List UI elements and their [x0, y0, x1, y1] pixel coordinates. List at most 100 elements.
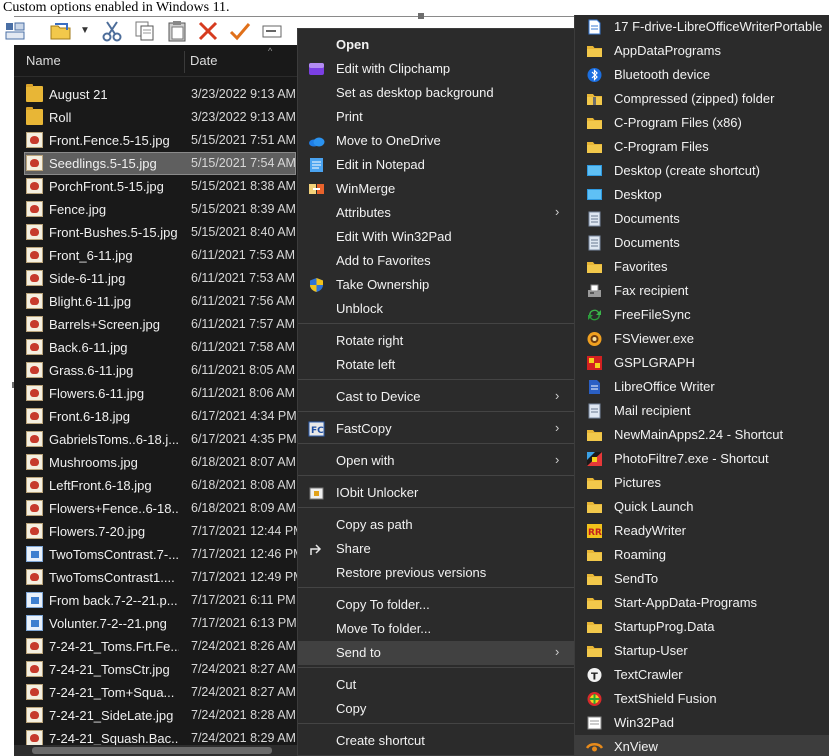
context-menu-item[interactable]: Open with ›: [298, 449, 574, 473]
context-menu-item[interactable]: Attributes ›: [298, 201, 574, 225]
send-to-item[interactable]: Quick Launch: [575, 495, 829, 519]
open-icon[interactable]: [48, 19, 74, 43]
file-row[interactable]: 7-24-21_SideLate.jpg 7/24/2021 8:28 AM: [14, 704, 299, 727]
send-to-item[interactable]: Win32Pad: [575, 711, 829, 735]
file-row[interactable]: LeftFront.6-18.jpg 6/18/2021 8:08 AM: [14, 474, 299, 497]
send-to-item[interactable]: PhotoFiltre7.exe - Shortcut: [575, 447, 829, 471]
file-row[interactable]: Front.Fence.5-15.jpg 5/15/2021 7:51 AM: [14, 129, 299, 152]
file-row[interactable]: 7-24-21_Toms.Frt.Fe... 7/24/2021 8:26 AM: [14, 635, 299, 658]
send-to-item[interactable]: NewMainApps2.24 - Shortcut: [575, 423, 829, 447]
send-to-item[interactable]: Desktop: [575, 183, 829, 207]
send-to-item[interactable]: C-Program Files: [575, 135, 829, 159]
send-to-item[interactable]: FSViewer.exe: [575, 327, 829, 351]
context-menu-item[interactable]: Cut: [298, 673, 574, 697]
context-menu-item[interactable]: Send to ›: [298, 641, 574, 665]
file-row[interactable]: Flowers+Fence..6-18... 6/18/2021 8:09 AM: [14, 497, 299, 520]
file-row[interactable]: Back.6-11.jpg 6/11/2021 7:58 AM: [14, 336, 299, 359]
send-to-item[interactable]: Documents: [575, 231, 829, 255]
file-row[interactable]: Seedlings.5-15.jpg 5/15/2021 7:54 AM: [14, 152, 299, 175]
file-row[interactable]: TwoTomsContrast1.... 7/17/2021 12:49 PM: [14, 566, 299, 589]
send-to-item[interactable]: Bluetooth device: [575, 63, 829, 87]
context-menu-item[interactable]: Open: [298, 33, 574, 57]
view-icon[interactable]: [4, 19, 26, 43]
context-menu-item[interactable]: Copy as path: [298, 513, 574, 537]
send-to-item[interactable]: 17 F-drive-LibreOfficeWriterPortable: [575, 15, 829, 39]
context-menu-item[interactable]: Move To folder...: [298, 617, 574, 641]
context-menu-item[interactable]: IObit Unlocker: [298, 481, 574, 505]
file-row[interactable]: August 21 3/23/2022 9:13 AM: [14, 83, 299, 106]
context-menu-item[interactable]: Take Ownership: [298, 273, 574, 297]
context-menu-item[interactable]: Rotate left: [298, 353, 574, 377]
resize-handle-top[interactable]: [418, 13, 424, 19]
check-icon[interactable]: [228, 19, 252, 43]
context-menu-item[interactable]: FC FastCopy ›: [298, 417, 574, 441]
send-to-item[interactable]: Compressed (zipped) folder: [575, 87, 829, 111]
send-to-item[interactable]: Pictures: [575, 471, 829, 495]
file-row[interactable]: Front.6-18.jpg 6/17/2021 4:34 PM: [14, 405, 299, 428]
context-menu-item[interactable]: WinMerge: [298, 177, 574, 201]
send-to-item[interactable]: Roaming: [575, 543, 829, 567]
file-row[interactable]: PorchFront.5-15.jpg 5/15/2021 8:38 AM: [14, 175, 299, 198]
dropdown-icon[interactable]: ▼: [78, 19, 92, 43]
context-menu-item[interactable]: Edit with Clipchamp: [298, 57, 574, 81]
context-menu-item[interactable]: Move to OneDrive: [298, 129, 574, 153]
context-menu-item[interactable]: Add to Favorites: [298, 249, 574, 273]
context-menu-item[interactable]: Set as desktop background: [298, 81, 574, 105]
column-separator[interactable]: [184, 51, 185, 73]
rename-icon[interactable]: [260, 19, 284, 43]
send-to-item[interactable]: RR ReadyWriter: [575, 519, 829, 543]
send-to-item[interactable]: GSPLGRAPH: [575, 351, 829, 375]
context-menu-item[interactable]: Create shortcut: [298, 729, 574, 753]
file-row[interactable]: GabrielsToms..6-18.j... 6/17/2021 4:35 PM: [14, 428, 299, 451]
paste-icon[interactable]: [166, 19, 188, 43]
file-row[interactable]: Volunter.7-2--21.png 7/17/2021 6:13 PM: [14, 612, 299, 635]
horizontal-scrollbar[interactable]: [14, 745, 299, 756]
delete-icon[interactable]: [196, 19, 220, 43]
context-menu-item[interactable]: Rotate right: [298, 329, 574, 353]
send-to-item[interactable]: Mail recipient: [575, 399, 829, 423]
context-menu-item[interactable]: Unblock: [298, 297, 574, 321]
send-to-item[interactable]: C-Program Files (x86): [575, 111, 829, 135]
file-row[interactable]: Flowers.7-20.jpg 7/17/2021 12:44 PM: [14, 520, 299, 543]
cut-icon[interactable]: [100, 19, 124, 43]
context-menu-item[interactable]: Edit With Win32Pad: [298, 225, 574, 249]
file-row[interactable]: Roll 3/23/2022 9:13 AM: [14, 106, 299, 129]
send-to-item[interactable]: SendTo: [575, 567, 829, 591]
send-to-item[interactable]: Desktop (create shortcut): [575, 159, 829, 183]
file-row[interactable]: Front_6-11.jpg 6/11/2021 7:53 AM: [14, 244, 299, 267]
file-row[interactable]: Blight.6-11.jpg 6/11/2021 7:56 AM: [14, 290, 299, 313]
file-row[interactable]: Barrels+Screen.jpg 6/11/2021 7:57 AM: [14, 313, 299, 336]
file-row[interactable]: Side-6-11.jpg 6/11/2021 7:53 AM: [14, 267, 299, 290]
scrollbar-thumb[interactable]: [32, 747, 272, 754]
file-row[interactable]: From back.7-2--21.p... 7/17/2021 6:11 PM: [14, 589, 299, 612]
context-menu-item[interactable]: Copy To folder...: [298, 593, 574, 617]
file-row[interactable]: Grass.6-11.jpg 6/11/2021 8:05 AM: [14, 359, 299, 382]
context-menu-item[interactable]: Print: [298, 105, 574, 129]
file-row[interactable]: Mushrooms.jpg 6/18/2021 8:07 AM: [14, 451, 299, 474]
context-menu-item[interactable]: Cast to Device ›: [298, 385, 574, 409]
send-to-item[interactable]: Documents: [575, 207, 829, 231]
column-name-header[interactable]: Name: [26, 53, 61, 68]
context-menu-item[interactable]: Restore previous versions: [298, 561, 574, 585]
send-to-item[interactable]: Startup-User: [575, 639, 829, 663]
send-to-item[interactable]: Favorites: [575, 255, 829, 279]
context-menu-item[interactable]: Edit in Notepad: [298, 153, 574, 177]
file-row[interactable]: 7-24-21_TomsCtr.jpg 7/24/2021 8:27 AM: [14, 658, 299, 681]
send-to-item[interactable]: Fax recipient: [575, 279, 829, 303]
file-row[interactable]: Fence.jpg 5/15/2021 8:39 AM: [14, 198, 299, 221]
send-to-item[interactable]: AppDataPrograms: [575, 39, 829, 63]
copy-icon[interactable]: [134, 19, 156, 43]
send-to-item[interactable]: FreeFileSync: [575, 303, 829, 327]
column-date-header[interactable]: Date: [190, 53, 217, 68]
context-menu-item[interactable]: Copy: [298, 697, 574, 721]
file-row[interactable]: Flowers.6-11.jpg 6/11/2021 8:06 AM: [14, 382, 299, 405]
send-to-item[interactable]: StartupProg.Data: [575, 615, 829, 639]
file-row[interactable]: TwoTomsContrast.7-... 7/17/2021 12:46 PM: [14, 543, 299, 566]
file-row[interactable]: 7-24-21_Tom+Squa... 7/24/2021 8:27 AM: [14, 681, 299, 704]
send-to-item[interactable]: Start-AppData-Programs: [575, 591, 829, 615]
context-menu-item[interactable]: Share: [298, 537, 574, 561]
send-to-item[interactable]: TextShield Fusion: [575, 687, 829, 711]
send-to-item[interactable]: XnView: [575, 735, 829, 756]
send-to-item[interactable]: T TextCrawler: [575, 663, 829, 687]
file-row[interactable]: Front-Bushes.5-15.jpg 5/15/2021 8:40 AM: [14, 221, 299, 244]
